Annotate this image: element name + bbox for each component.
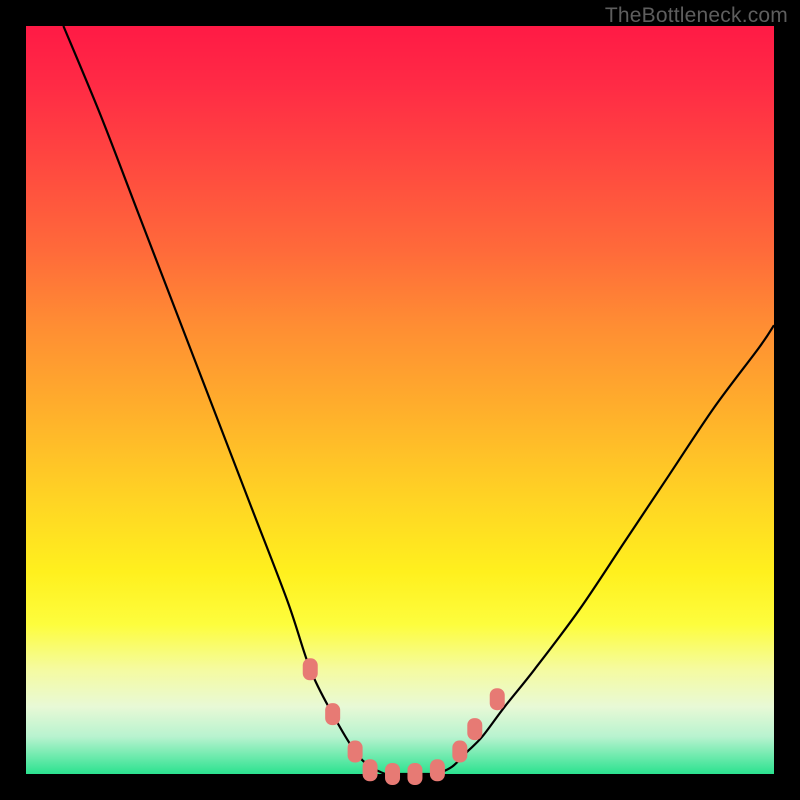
bottom-marker-1 [363, 759, 378, 781]
curve-layer [63, 26, 774, 774]
bottom-marker-2 [385, 763, 400, 785]
series-left-curve [63, 26, 385, 774]
chart-frame: TheBottleneck.com [0, 0, 800, 800]
chart-svg [26, 26, 774, 774]
watermark-text: TheBottleneck.com [605, 4, 788, 28]
left-mid-marker [325, 703, 340, 725]
right-upper-marker [490, 688, 505, 710]
bottom-marker-3 [407, 763, 422, 785]
marker-layer [303, 658, 505, 785]
series-right-curve [437, 325, 774, 774]
right-mid-marker [467, 718, 482, 740]
bottom-marker-4 [430, 759, 445, 781]
left-lower-marker [348, 741, 363, 763]
right-lower-marker [452, 741, 467, 763]
left-upper-marker [303, 658, 318, 680]
